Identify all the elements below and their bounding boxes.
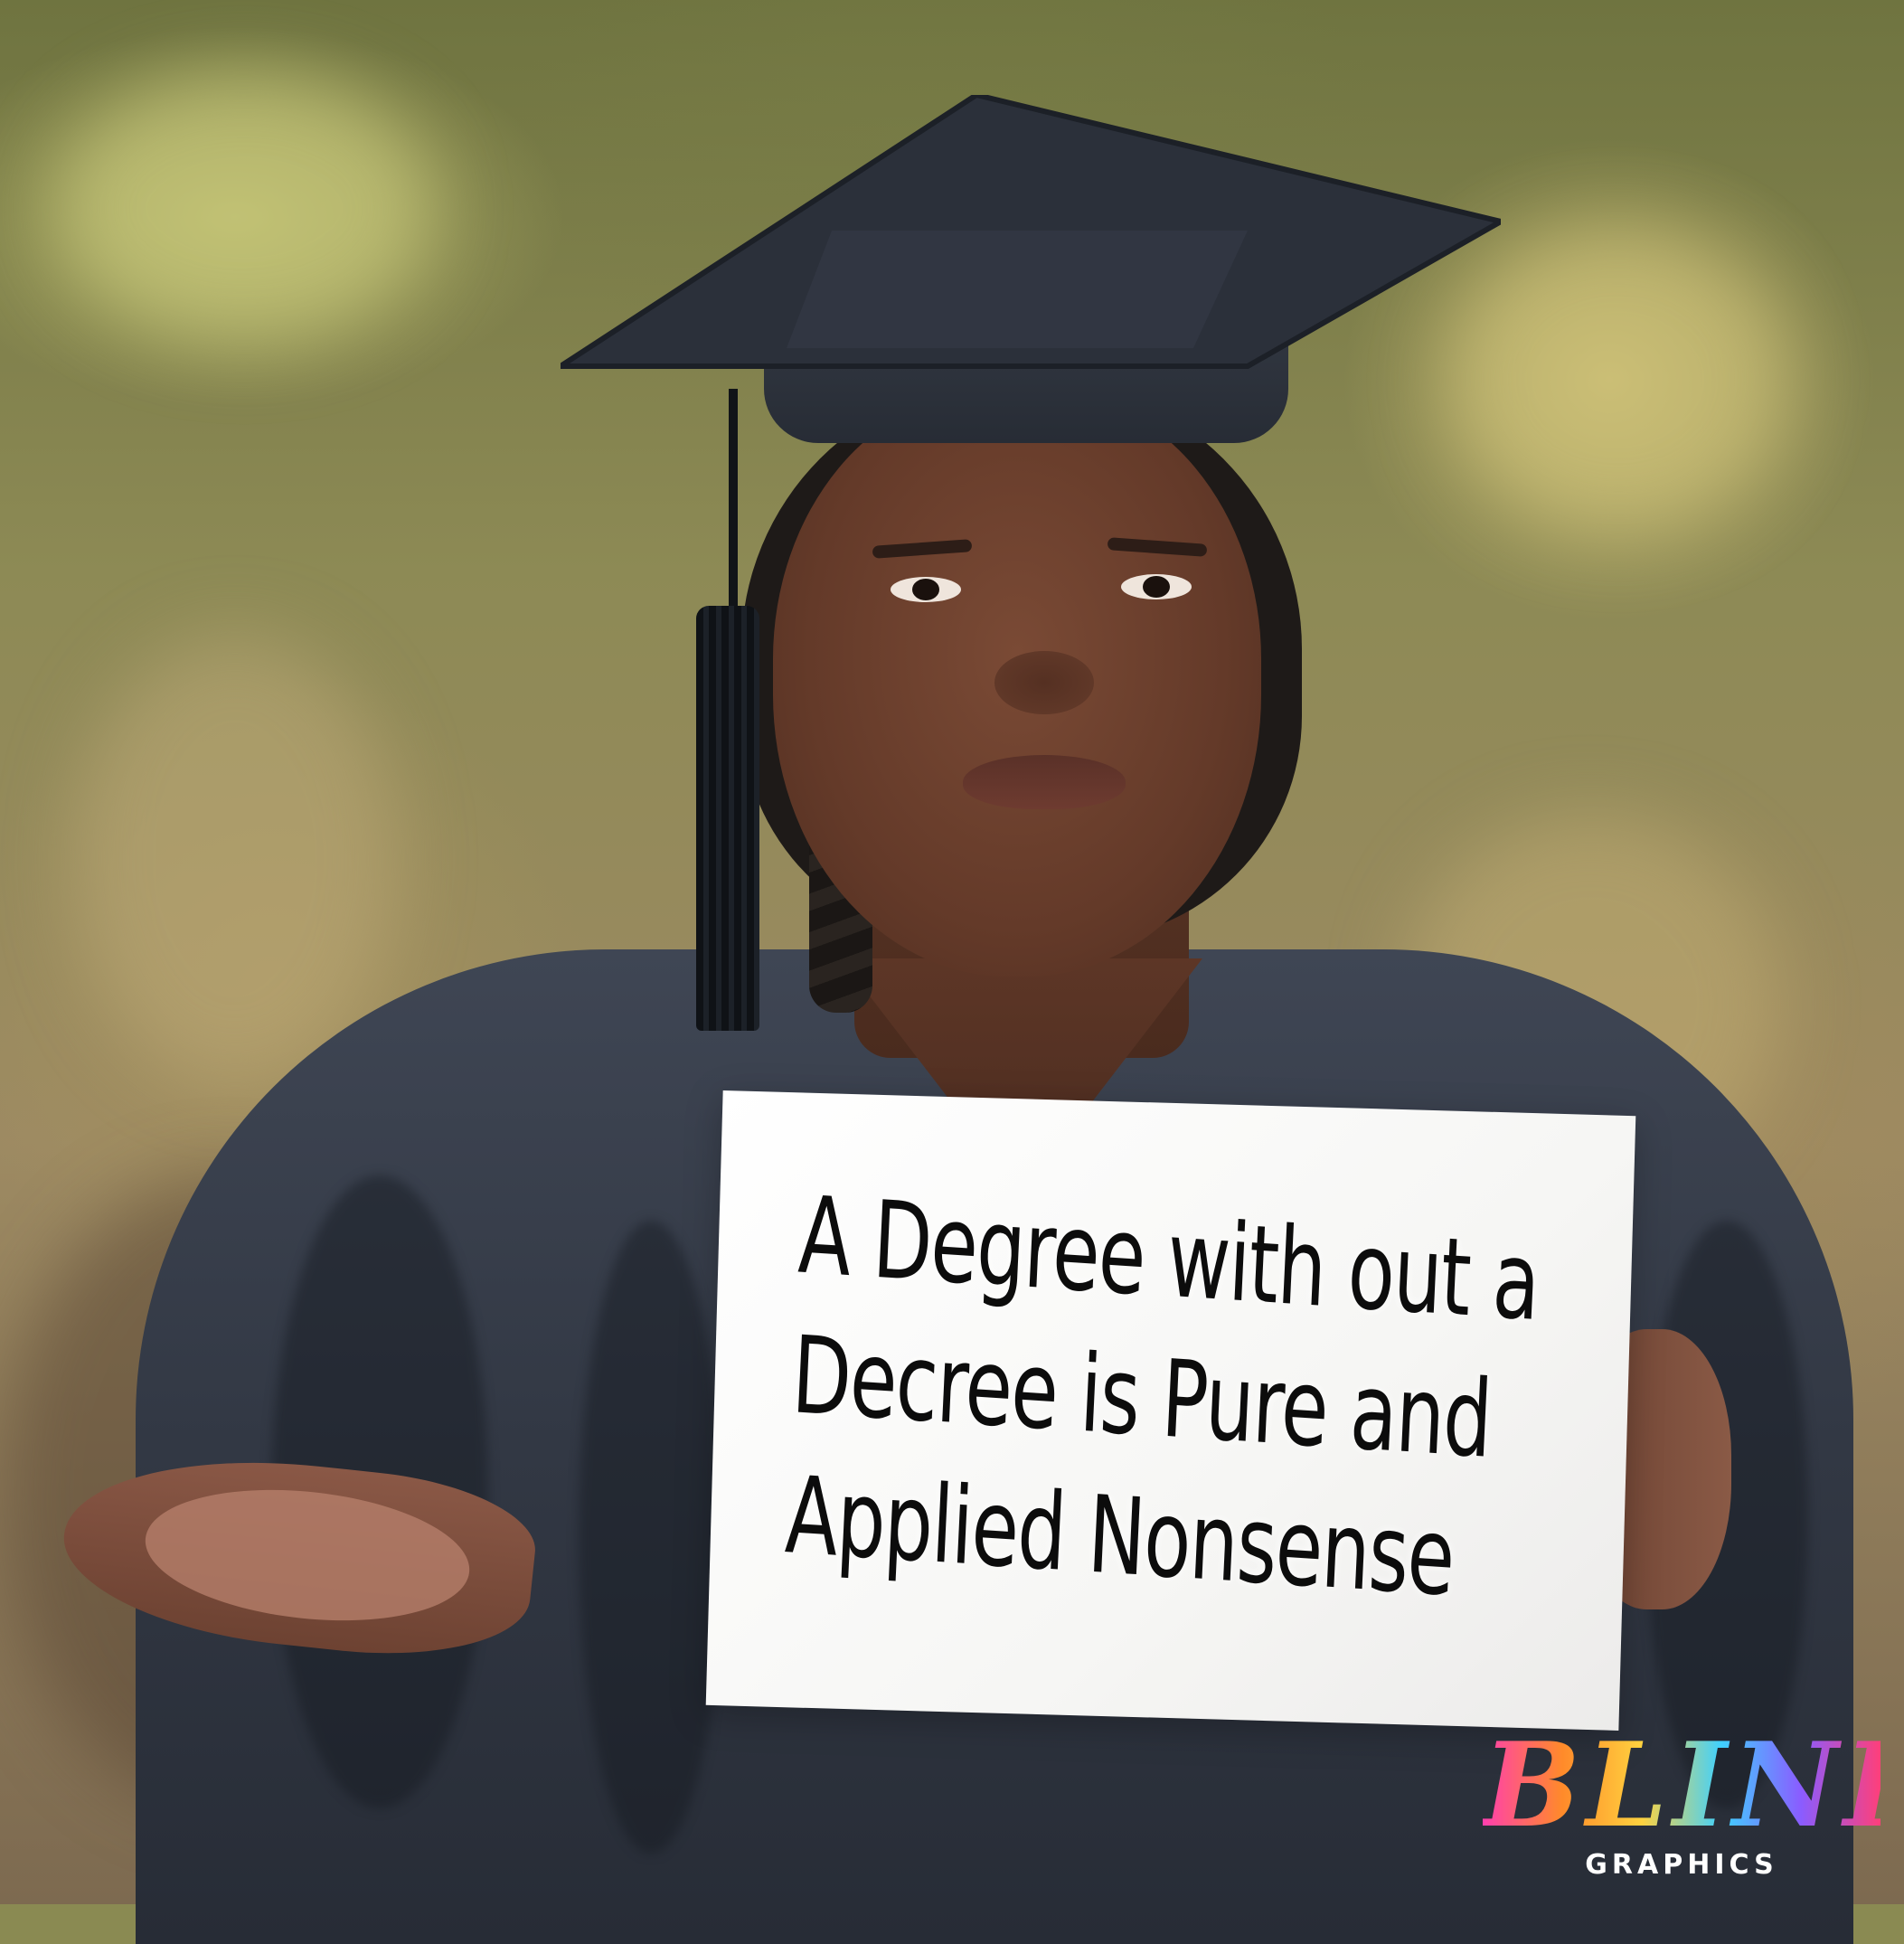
logo-wordmark: BLINK [1483,1718,1904,1854]
tassel-cord [729,389,738,624]
gown-fold [579,1221,723,1854]
mortarboard-cap [561,95,1501,369]
blink-graphics-logo: BLINK GRAPHICS [1483,1718,1904,1894]
logo-subtitle: GRAPHICS [1585,1849,1778,1881]
sign-text: A Degree with out a Decree is Pure and A… [783,1165,1541,1621]
nose [994,651,1094,714]
lips [963,755,1126,809]
right-eye [1121,574,1192,599]
tassel [696,606,759,1031]
protest-sign: A Degree with out a Decree is Pure and A… [705,1090,1636,1731]
left-eye [891,577,961,602]
